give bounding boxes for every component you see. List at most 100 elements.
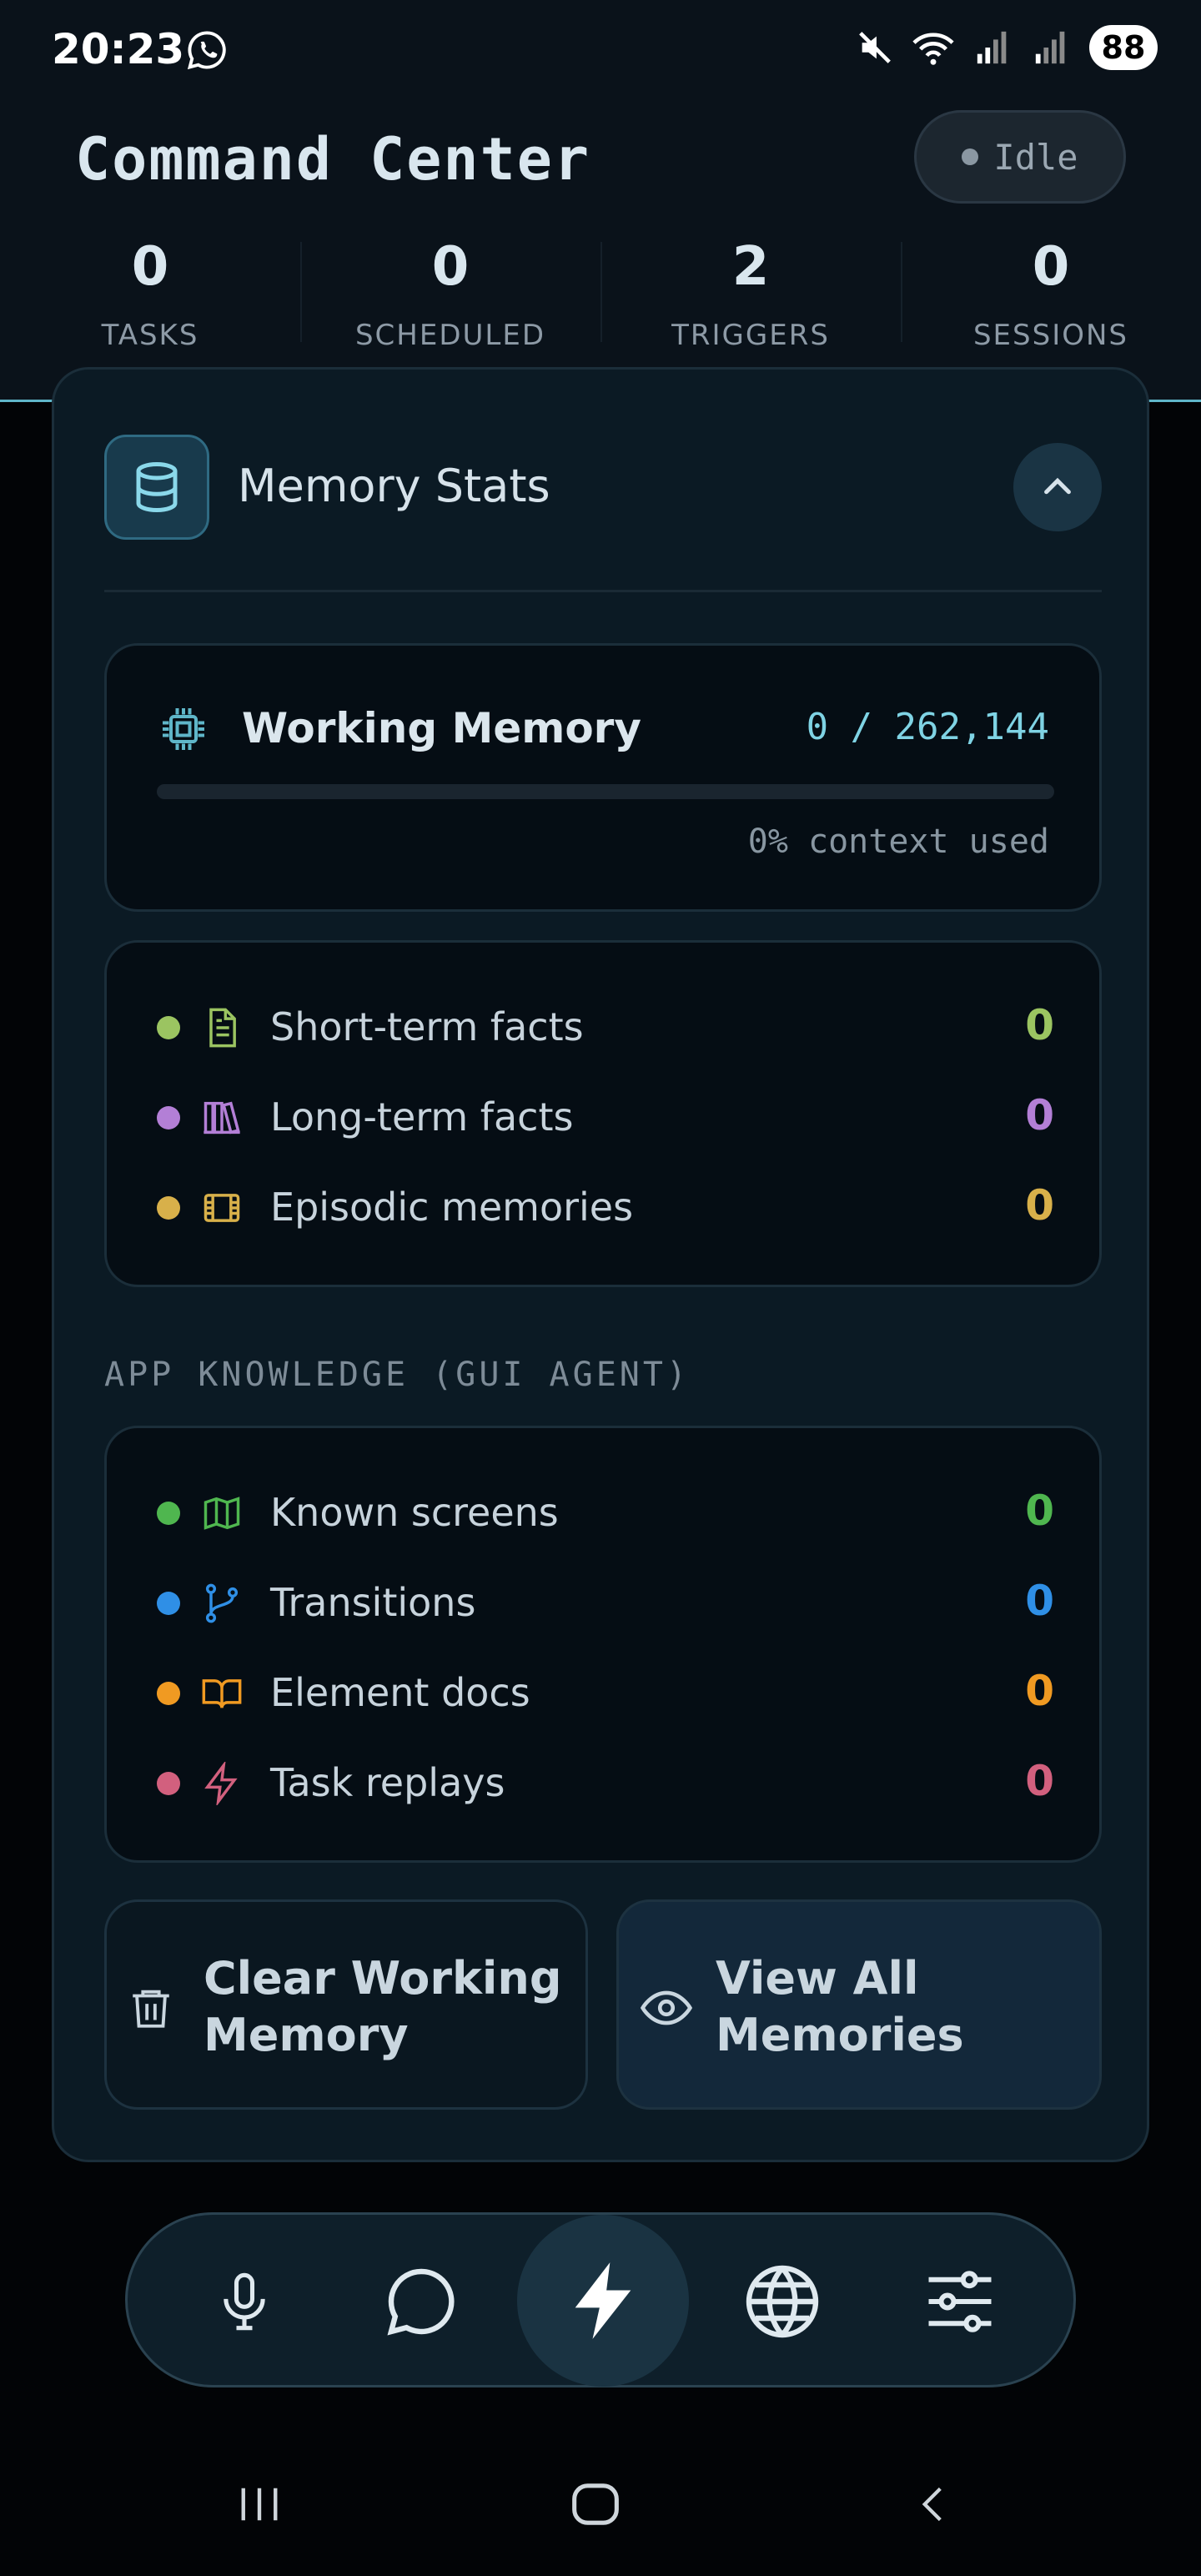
- library-icon: [204, 1101, 240, 1135]
- file-text-icon: [209, 1008, 236, 1048]
- trash-icon: [133, 1990, 169, 2028]
- app-knowledge-panel: Known screens 0 Transitions 0 Element do…: [104, 1426, 1102, 1863]
- wifi-icon: [912, 33, 954, 65]
- stat-sessions[interactable]: 0 SESSIONS: [901, 234, 1201, 367]
- nav-settings[interactable]: [893, 2235, 1027, 2368]
- list-item[interactable]: Transitions 0: [157, 1570, 1054, 1637]
- status-icons: 88: [856, 25, 1158, 70]
- card-title: Memory Stats: [238, 460, 550, 512]
- nav-voice[interactable]: [178, 2235, 311, 2368]
- film-icon: [204, 1194, 240, 1222]
- working-memory-count: 0 / 262,144: [806, 706, 1049, 748]
- row-label: Long-term facts: [270, 1094, 574, 1140]
- status-dot: [157, 1106, 180, 1130]
- nav-command[interactable]: [517, 2215, 689, 2387]
- stat-triggers[interactable]: 2 TRIGGERS: [600, 234, 901, 367]
- microphone-icon: [224, 2272, 265, 2331]
- header: Command Center Idle 0 TASKS 0 SCHEDULED …: [0, 100, 1201, 402]
- cpu-icon: [163, 708, 204, 750]
- row-value: 0: [1025, 1001, 1054, 1049]
- lightning-icon: [575, 2262, 631, 2339]
- stat-label: TASKS: [101, 319, 199, 352]
- eye-icon: [640, 1990, 693, 2025]
- system-navigation: [0, 2436, 1201, 2576]
- button-label: View All Memories: [716, 1952, 964, 2061]
- row-label: Episodic memories: [270, 1185, 634, 1230]
- clear-working-memory-button[interactable]: Clear Working Memory: [104, 1899, 588, 2110]
- list-item[interactable]: Known screens 0: [157, 1480, 1054, 1547]
- collapse-button[interactable]: [1013, 443, 1102, 531]
- status-time: 20:23: [52, 25, 185, 73]
- status-dot: [962, 148, 979, 165]
- list-item[interactable]: Short-term facts 0: [157, 994, 1054, 1061]
- map-icon: [204, 1497, 240, 1530]
- view-all-memories-button[interactable]: View All Memories: [616, 1899, 1102, 2110]
- nav-chat[interactable]: [354, 2235, 488, 2368]
- context-used-label: 0% context used: [747, 823, 1049, 861]
- stats-row: 0 TASKS 0 SCHEDULED 2 TRIGGERS 0 SESSION…: [0, 234, 1201, 367]
- working-memory-title: Working Memory: [242, 704, 641, 752]
- status-label: Idle: [993, 136, 1078, 178]
- zap-icon: [204, 1762, 238, 1805]
- database-icon: [136, 462, 178, 512]
- memory-stats-card: Memory Stats Working Memory 0 / 262,144 …: [52, 367, 1149, 2162]
- stat-tasks[interactable]: 0 TASKS: [0, 234, 300, 367]
- status-dot: [157, 1592, 180, 1615]
- chat-icon: [387, 2268, 455, 2336]
- nav-web[interactable]: [716, 2235, 849, 2368]
- stat-scheduled[interactable]: 0 SCHEDULED: [300, 234, 600, 367]
- git-branch-icon: [205, 1583, 239, 1623]
- globe-icon: [746, 2265, 819, 2338]
- row-label: Element docs: [270, 1670, 530, 1715]
- row-label: Transitions: [270, 1580, 476, 1625]
- row-label: Short-term facts: [270, 1004, 584, 1049]
- context-progress-bar: [157, 784, 1054, 799]
- status-dot: [157, 1682, 180, 1705]
- card-header[interactable]: Memory Stats: [104, 435, 1102, 540]
- row-value: 0: [1025, 1577, 1054, 1625]
- status-bar: 20:23 88: [0, 0, 1201, 100]
- battery-indicator: 88: [1089, 25, 1158, 70]
- section-label: APP KNOWLEDGE (GUI AGENT): [104, 1356, 691, 1394]
- database-icon-box: [104, 435, 209, 540]
- row-value: 0: [1025, 1757, 1054, 1805]
- mute-icon: [859, 32, 891, 63]
- list-item[interactable]: Element docs 0: [157, 1660, 1054, 1727]
- recent-apps-icon[interactable]: [232, 2471, 287, 2538]
- back-icon[interactable]: [909, 2471, 956, 2538]
- working-memory-panel: Working Memory 0 / 262,144 0% context us…: [104, 643, 1102, 912]
- whatsapp-icon: [187, 31, 226, 70]
- stat-value: 2: [731, 236, 770, 298]
- row-value: 0: [1025, 1181, 1054, 1230]
- divider: [104, 590, 1102, 592]
- status-dot: [157, 1016, 180, 1039]
- bottom-nav: [125, 2212, 1076, 2387]
- row-value: 0: [1025, 1091, 1054, 1140]
- row-label: Known screens: [270, 1490, 559, 1535]
- stat-value: 0: [431, 236, 470, 298]
- status-dot: [157, 1772, 180, 1795]
- row-value: 0: [1025, 1487, 1054, 1535]
- list-item[interactable]: Episodic memories 0: [157, 1175, 1054, 1241]
- stat-label: SESSIONS: [972, 319, 1129, 352]
- button-label: Clear Working Memory: [204, 1952, 562, 2061]
- stat-label: SCHEDULED: [354, 319, 546, 352]
- status-badge[interactable]: Idle: [914, 110, 1126, 204]
- signal-icon: [977, 31, 1007, 64]
- stat-label: TRIGGERS: [671, 319, 830, 352]
- sliders-icon: [928, 2271, 992, 2332]
- status-dot: [157, 1502, 180, 1525]
- home-icon[interactable]: [564, 2471, 627, 2538]
- facts-panel: Short-term facts 0 Long-term facts 0 Epi…: [104, 940, 1102, 1287]
- stat-value: 0: [1032, 236, 1070, 298]
- page-title: Command Center: [75, 125, 591, 194]
- row-value: 0: [1025, 1667, 1054, 1715]
- signal-icon-secondary: [1035, 31, 1065, 64]
- list-item[interactable]: Long-term facts 0: [157, 1084, 1054, 1151]
- list-item[interactable]: Task replays 0: [157, 1750, 1054, 1817]
- status-dot: [157, 1196, 180, 1220]
- book-open-icon: [202, 1679, 242, 1708]
- row-label: Task replays: [270, 1760, 505, 1805]
- stat-value: 0: [131, 236, 169, 298]
- chevron-up-icon: [1044, 477, 1071, 495]
